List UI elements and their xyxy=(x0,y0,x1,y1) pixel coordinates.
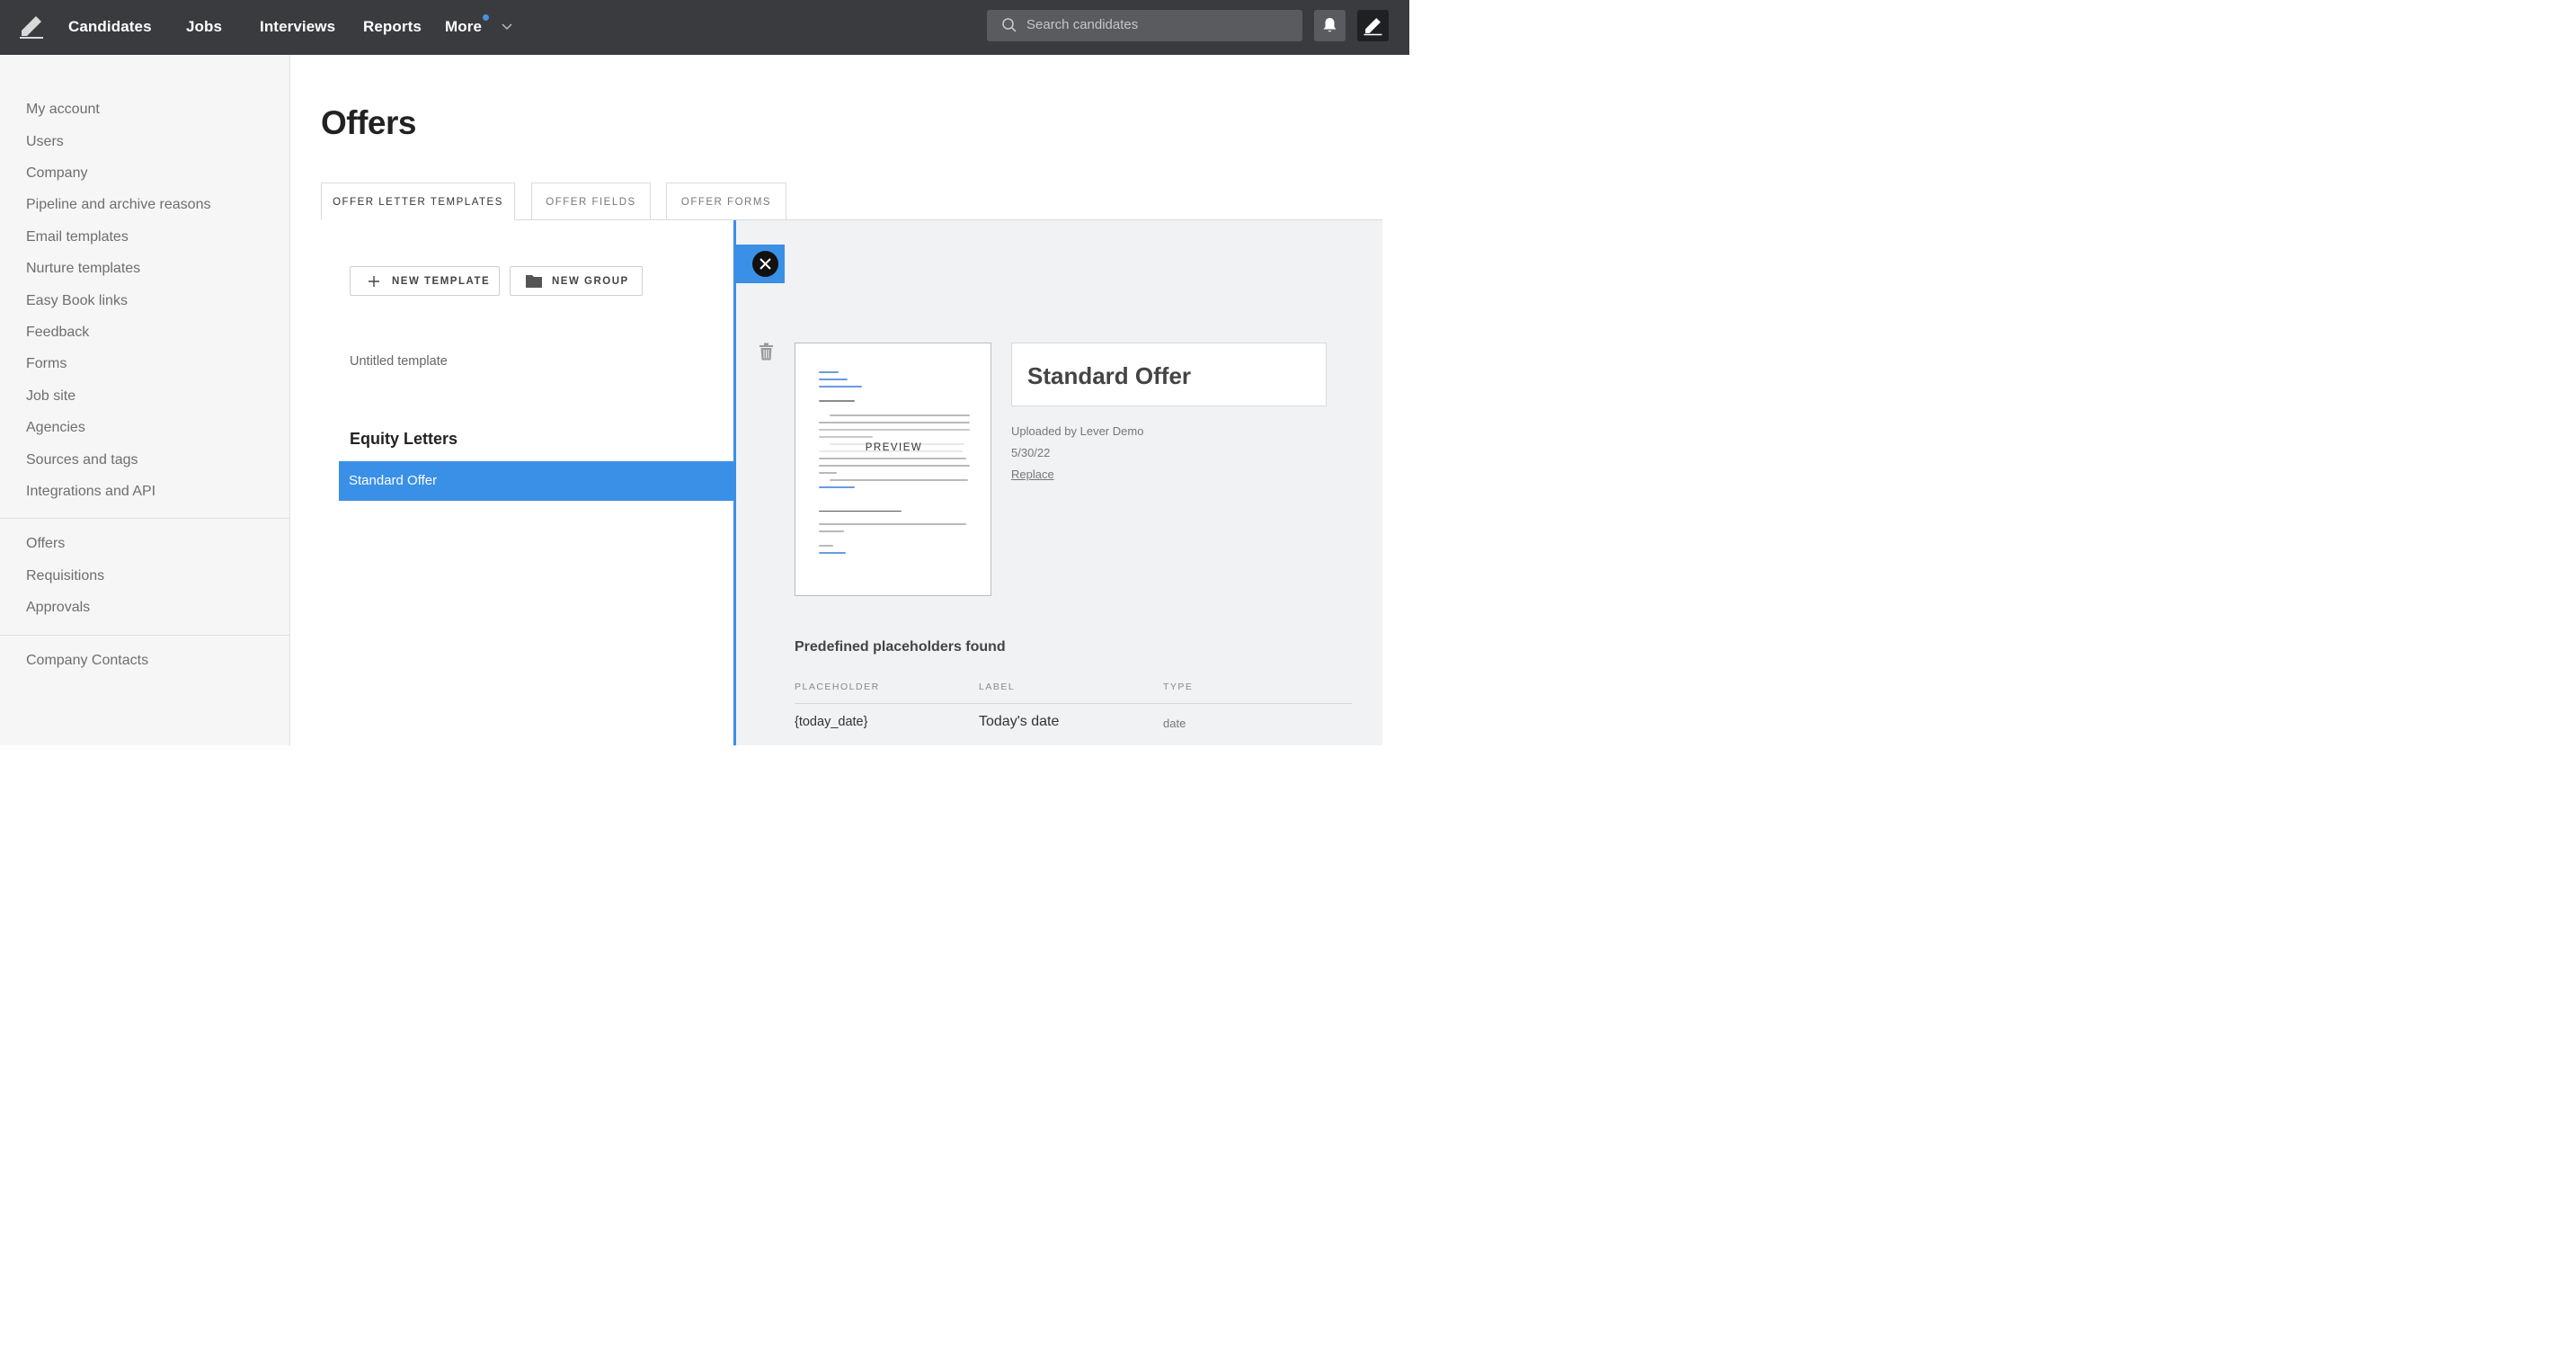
trash-icon[interactable] xyxy=(759,343,774,361)
template-item-standard-offer[interactable]: Standard Offer xyxy=(339,461,734,501)
close-icon xyxy=(752,251,778,277)
nav-jobs[interactable]: Jobs xyxy=(186,18,222,36)
sidebar-divider xyxy=(0,518,289,519)
sidebar-item-company-contacts[interactable]: Company Contacts xyxy=(26,653,148,669)
uploaded-by-text: Uploaded by Lever Demo xyxy=(1011,424,1144,438)
plus-icon xyxy=(369,276,379,287)
top-navigation-bar: Candidates Jobs Interviews Reports More … xyxy=(0,0,1409,55)
user-avatar[interactable] xyxy=(1357,10,1389,41)
notification-dot xyxy=(483,14,489,21)
search-icon xyxy=(1002,18,1017,32)
close-detail-button[interactable] xyxy=(735,245,785,283)
template-item-untitled[interactable]: Untitled template xyxy=(350,354,448,369)
sidebar-item-easy-book[interactable]: Easy Book links xyxy=(26,293,128,309)
sidebar-item-users[interactable]: Users xyxy=(26,134,64,150)
tab-offer-forms[interactable]: OFFER FORMS xyxy=(666,183,786,220)
sidebar-item-offers[interactable]: Offers xyxy=(26,536,65,552)
sidebar-item-email-templates[interactable]: Email templates xyxy=(26,229,129,245)
settings-sidebar: My account Users Company Pipeline and ar… xyxy=(0,55,290,745)
sidebar-item-agencies[interactable]: Agencies xyxy=(26,420,85,436)
new-group-button[interactable]: NEW GROUP xyxy=(510,266,643,296)
sidebar-item-pipeline[interactable]: Pipeline and archive reasons xyxy=(26,197,210,213)
sidebar-item-nurture-templates[interactable]: Nurture templates xyxy=(26,261,140,277)
lever-avatar-icon xyxy=(1364,18,1382,36)
new-template-button[interactable]: NEW TEMPLATE xyxy=(350,266,500,296)
column-header-placeholder: PLACEHOLDER xyxy=(795,682,880,692)
new-group-label: NEW GROUP xyxy=(552,276,629,287)
table-header-divider xyxy=(795,703,1352,704)
sidebar-divider xyxy=(0,635,289,636)
sidebar-item-requisitions[interactable]: Requisitions xyxy=(26,568,104,584)
sidebar-item-sources-tags[interactable]: Sources and tags xyxy=(26,452,138,468)
column-header-label: LABEL xyxy=(979,682,1016,692)
placeholders-section-title: Predefined placeholders found xyxy=(795,639,1006,655)
tab-offer-fields[interactable]: OFFER FIELDS xyxy=(531,183,651,220)
nav-more[interactable]: More xyxy=(445,18,482,36)
uploaded-date-text: 5/30/22 xyxy=(1011,446,1051,459)
placeholder-cell: {today_date} xyxy=(795,715,868,729)
nav-candidates[interactable]: Candidates xyxy=(68,18,152,36)
type-cell: date xyxy=(1163,717,1186,730)
sidebar-item-job-site[interactable]: Job site xyxy=(26,388,76,405)
folder-icon xyxy=(526,275,542,288)
column-header-type: TYPE xyxy=(1163,682,1194,692)
template-name-field[interactable]: Standard Offer xyxy=(1011,343,1327,406)
sidebar-item-integrations[interactable]: Integrations and API xyxy=(26,484,155,500)
sidebar-item-feedback[interactable]: Feedback xyxy=(26,325,89,341)
sidebar-item-company[interactable]: Company xyxy=(26,165,87,182)
notifications-button[interactable] xyxy=(1314,10,1346,41)
bell-icon xyxy=(1323,18,1337,32)
nav-interviews[interactable]: Interviews xyxy=(260,18,335,36)
template-name-value: Standard Offer xyxy=(1027,362,1192,389)
new-template-label: NEW TEMPLATE xyxy=(392,276,491,287)
lever-logo-icon[interactable] xyxy=(18,13,45,40)
tab-offer-letter-templates[interactable]: OFFER LETTER TEMPLATES xyxy=(321,183,515,220)
sidebar-item-my-account[interactable]: My account xyxy=(26,102,100,118)
nav-reports[interactable]: Reports xyxy=(363,18,422,36)
preview-label: PREVIEW xyxy=(795,442,990,453)
sidebar-item-forms[interactable]: Forms xyxy=(26,356,67,372)
search-placeholder: Search candidates xyxy=(1026,17,1139,32)
chevron-down-icon[interactable] xyxy=(502,23,512,31)
template-group-title: Equity Letters xyxy=(350,430,458,448)
replace-link[interactable]: Replace xyxy=(1011,468,1054,481)
template-item-label: Standard Offer xyxy=(349,473,438,488)
page-title: Offers xyxy=(321,104,416,141)
sidebar-item-approvals[interactable]: Approvals xyxy=(26,600,90,616)
document-preview[interactable]: PREVIEW xyxy=(795,343,991,596)
search-input[interactable]: Search candidates xyxy=(987,10,1302,41)
label-cell: Today's date xyxy=(979,714,1060,729)
